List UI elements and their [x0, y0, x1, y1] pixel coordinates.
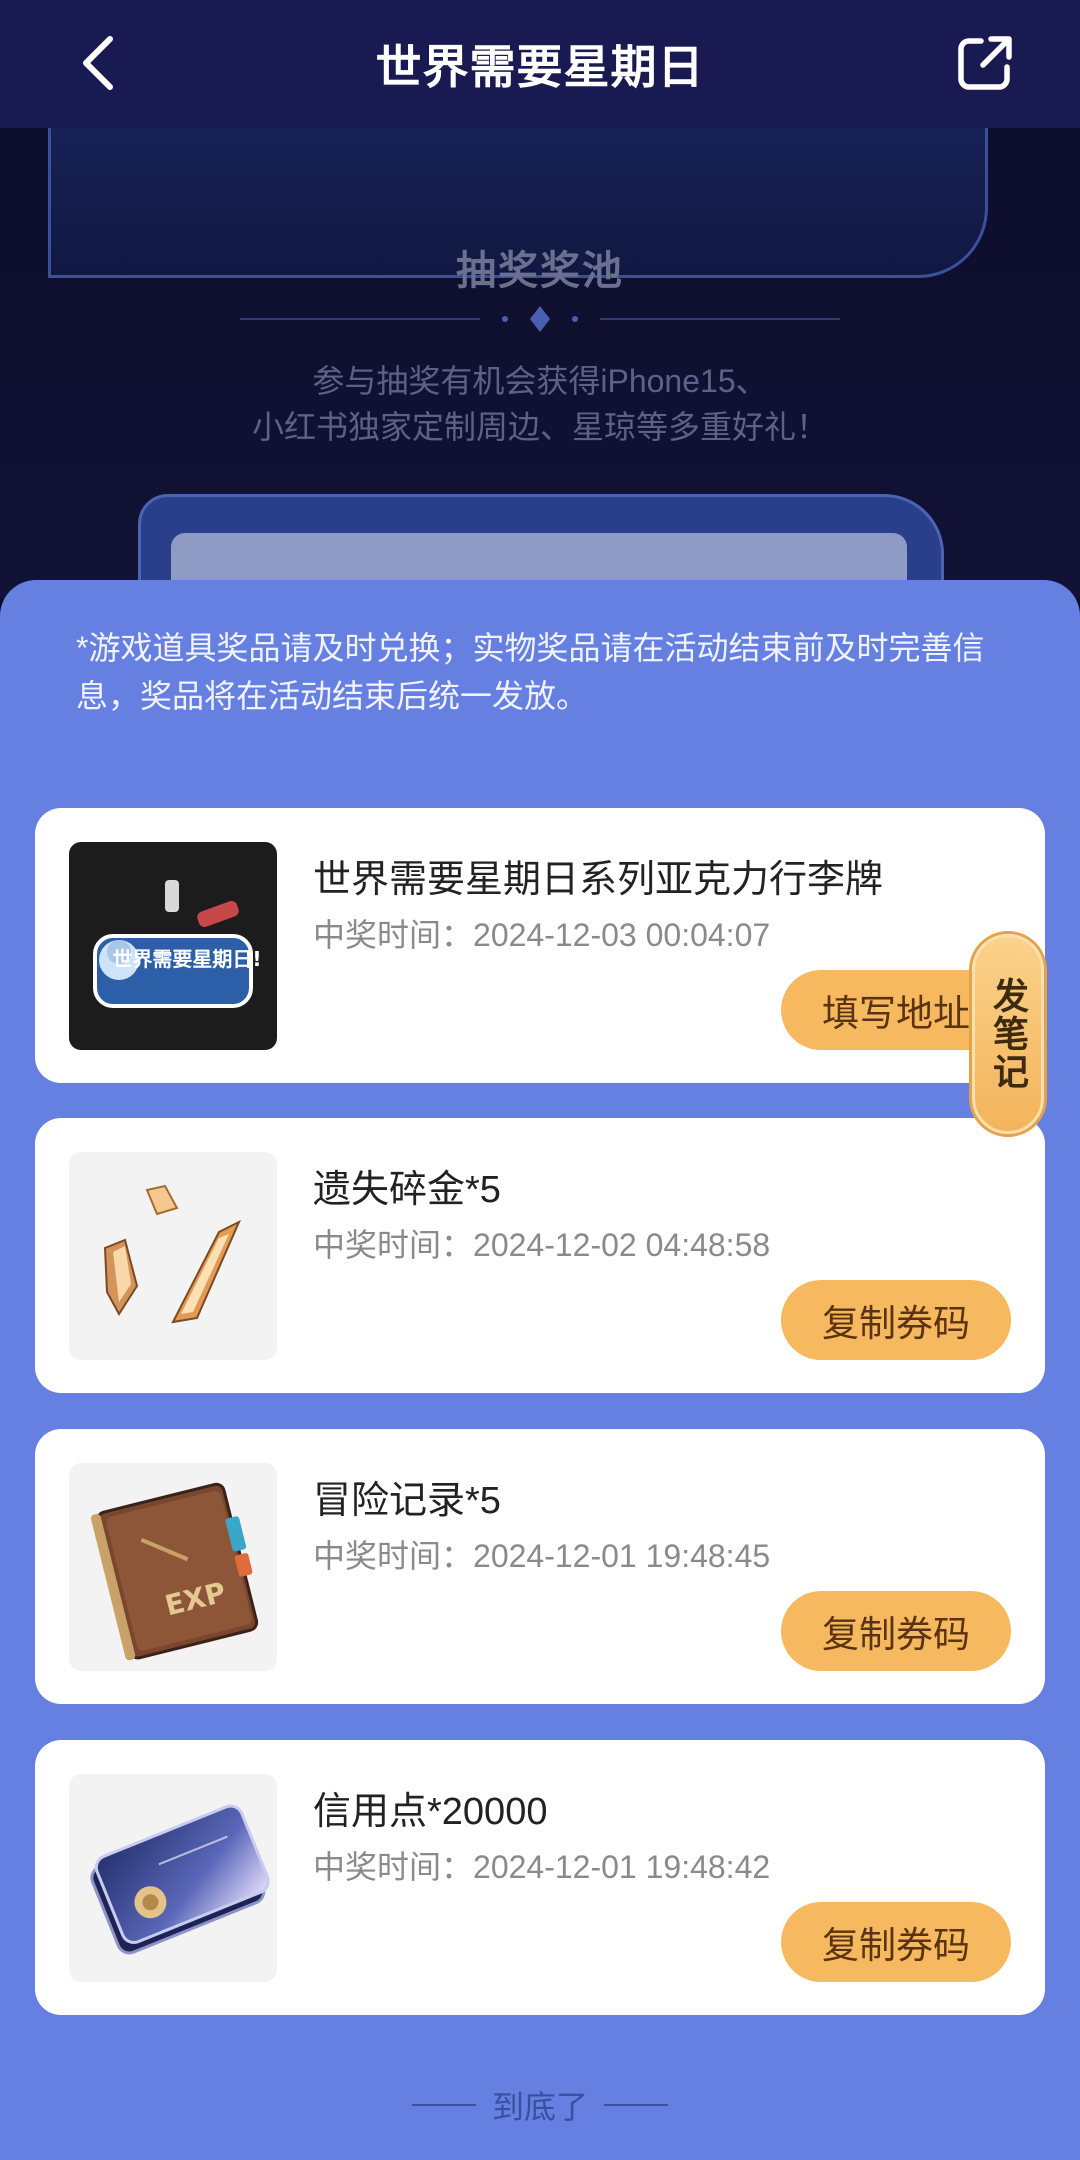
event-background: 抽奖奖池 参与抽奖有机会获得iPhone15、 小红书独家定制周边、星琼等多重好…: [0, 128, 1080, 598]
prize-name: 遗失碎金*5: [313, 1169, 501, 1211]
end-of-list: 到底了: [0, 2082, 1080, 2128]
copy-code-button[interactable]: 复制券码: [781, 1280, 1011, 1360]
time-label: 中奖时间：: [313, 1538, 474, 1574]
description-line: 小红书独家定制周边、星琼等多重好礼！: [251, 409, 828, 445]
credit-card-image: [90, 1804, 270, 1955]
copy-code-button[interactable]: 复制券码: [781, 1902, 1011, 1982]
time-value: 2024-12-01 19:48:45: [473, 1538, 771, 1574]
time-label: 中奖时间：: [313, 1227, 474, 1263]
prize-name: 冒险记录*5: [313, 1480, 501, 1522]
prize-name: 信用点*20000: [313, 1791, 548, 1833]
time-label: 中奖时间：: [313, 1849, 474, 1885]
prize-card: 世界需要星期日! 世界需要星期日系列亚克力行李牌 中奖时间：2024-12-03…: [35, 808, 1045, 1083]
thumb-text: 世界需要星期日!: [112, 947, 261, 971]
post-note-button[interactable]: 发笔记: [972, 934, 1044, 1134]
back-button[interactable]: [70, 30, 126, 96]
share-icon: [958, 36, 1012, 90]
time-label: 中奖时间：: [313, 917, 474, 953]
prize-time: 中奖时间：2024-12-03 00:04:07: [313, 910, 770, 956]
prize-thumbnail: [69, 1152, 277, 1360]
prize-name: 世界需要星期日系列亚克力行李牌: [313, 859, 884, 901]
prize-time: 中奖时间：2024-12-02 04:48:58: [313, 1220, 770, 1266]
luggage-tag-image: 世界需要星期日!: [93, 880, 262, 1008]
prize-time: 中奖时间：2024-12-01 19:48:45: [313, 1531, 770, 1577]
my-prizes-panel: *游戏道具奖品请及时兑换；实物奖品请在活动结束前及时完善信息，奖品将在活动结束后…: [0, 580, 1080, 2160]
description-line: 参与抽奖有机会获得iPhone15、: [312, 363, 768, 399]
time-value: 2024-12-03 00:04:07: [473, 917, 771, 953]
prize-pool-title: 抽奖奖池: [456, 249, 624, 293]
copy-code-button[interactable]: 复制券码: [781, 1591, 1011, 1671]
time-value: 2024-12-02 04:48:58: [473, 1227, 771, 1263]
adventure-log-book-image: EXP: [90, 1482, 259, 1661]
prize-card: 遗失碎金*5 中奖时间：2024-12-02 04:48:58 复制券码: [35, 1118, 1045, 1393]
prize-pool-description: 参与抽奖有机会获得iPhone15、 小红书独家定制周边、星琼等多重好礼！: [0, 358, 1080, 450]
top-nav-bar: 世界需要星期日: [0, 0, 1080, 128]
prize-time: 中奖时间：2024-12-01 19:48:42: [313, 1842, 770, 1888]
ornament-divider: [240, 306, 840, 332]
share-button[interactable]: [950, 30, 1020, 96]
chevron-left-icon: [83, 36, 113, 90]
prize-card: 信用点*20000 中奖时间：2024-12-01 19:48:42 复制券码: [35, 1740, 1045, 2015]
prize-notice: *游戏道具奖品请及时兑换；实物奖品请在活动结束前及时完善信息，奖品将在活动结束后…: [76, 630, 985, 714]
divider-line: [411, 2104, 476, 2106]
prize-thumbnail: 世界需要星期日!: [69, 842, 277, 1050]
divider-line: [604, 2104, 668, 2106]
end-of-list-text: 到底了: [491, 2089, 588, 2125]
page-title: 世界需要星期日: [375, 41, 705, 93]
gold-fragments-image: [103, 1184, 242, 1324]
prize-card: EXP 冒险记录*5 中奖时间：2024-12-01 19:48:45 复制券码: [35, 1429, 1045, 1704]
prize-thumbnail: [69, 1774, 277, 1982]
prize-thumbnail: EXP: [69, 1463, 277, 1671]
time-value: 2024-12-01 19:48:42: [473, 1849, 771, 1885]
